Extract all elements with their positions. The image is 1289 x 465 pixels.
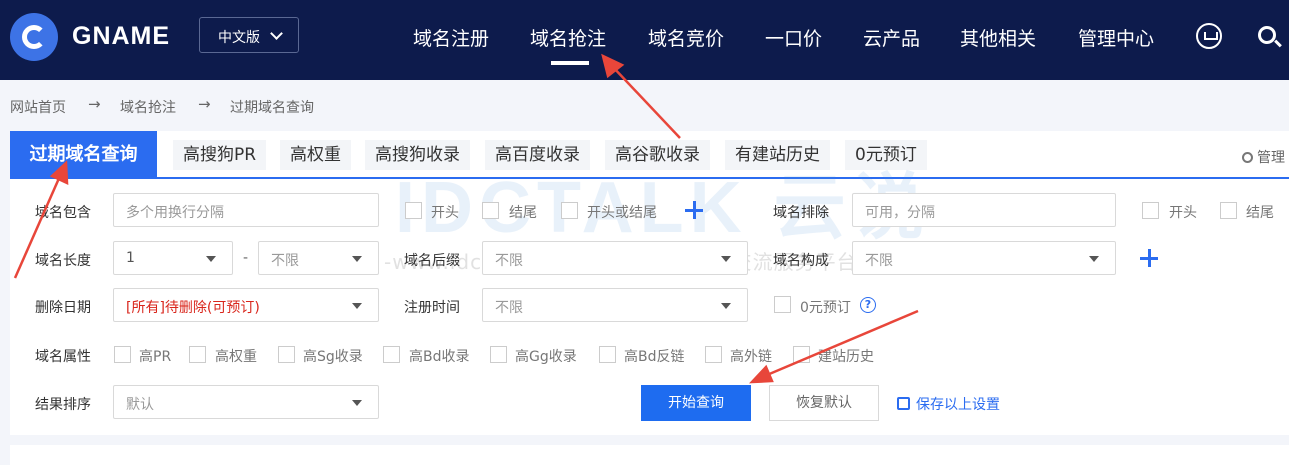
annotation-arrows	[13, 53, 919, 384]
annotation-arrow	[766, 309, 919, 377]
annotation-arrow	[611, 65, 681, 139]
annotation-arrow	[13, 175, 62, 279]
annotation-arrowhead	[748, 364, 774, 384]
annotation-arrowhead	[49, 160, 69, 186]
